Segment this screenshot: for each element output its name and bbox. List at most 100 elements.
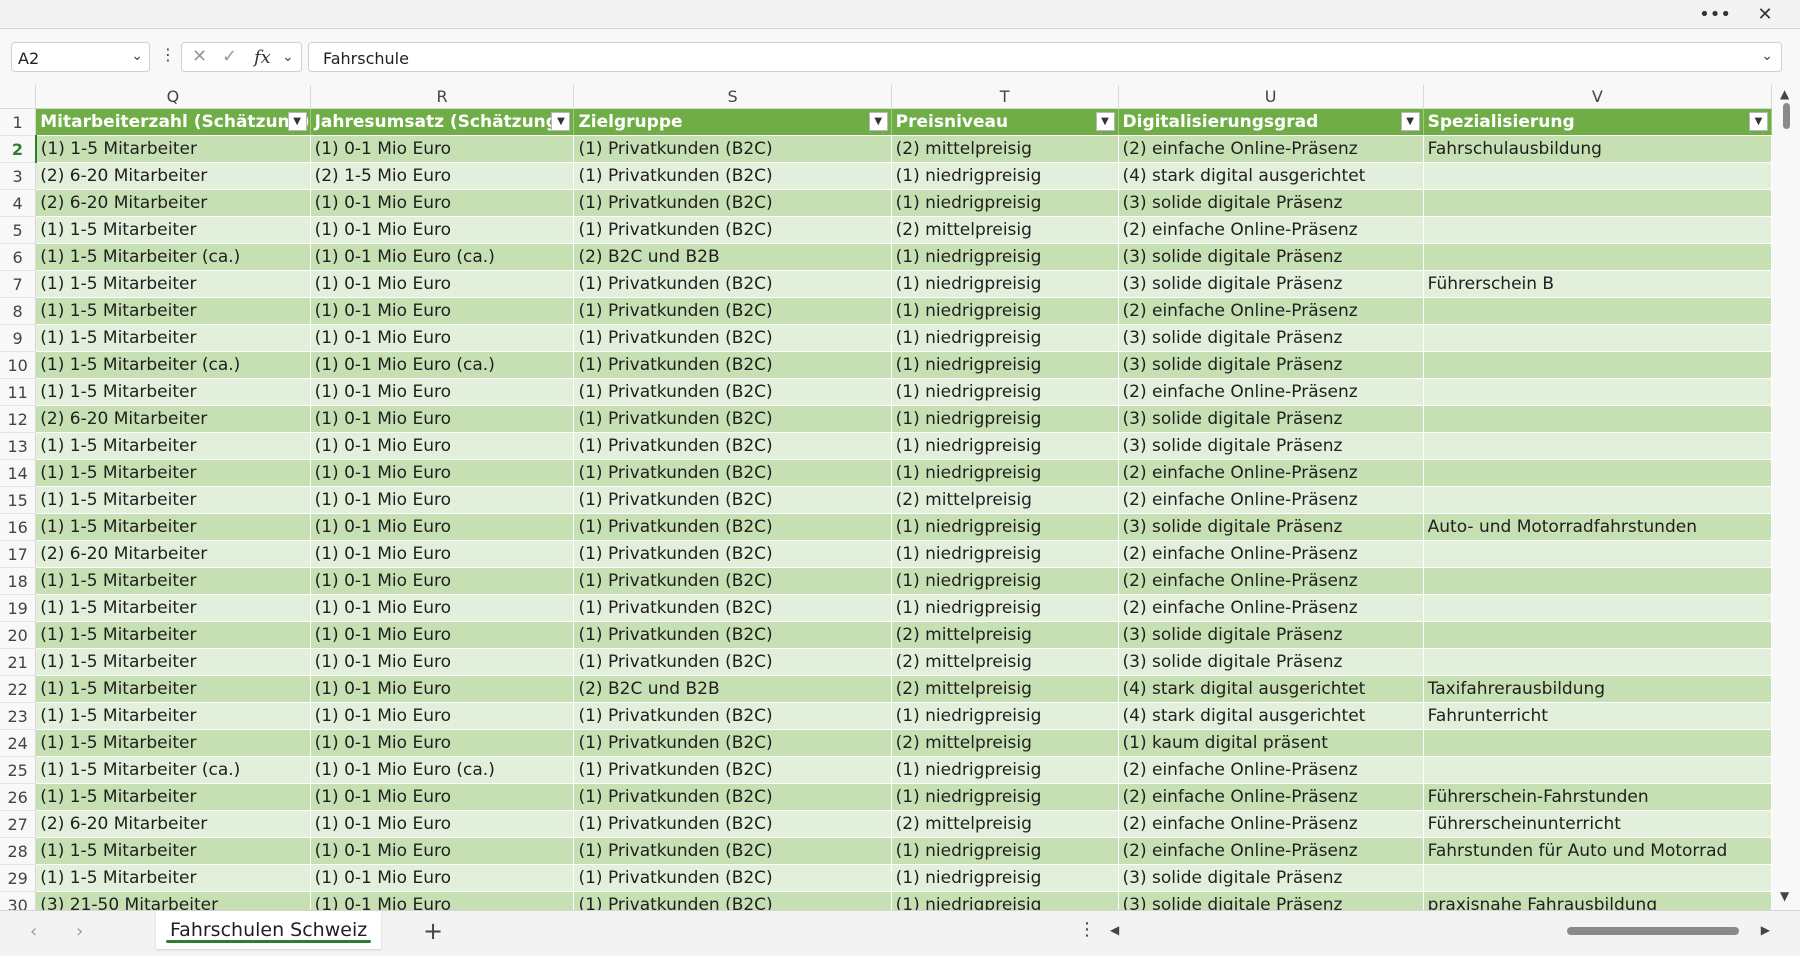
expand-formula-icon[interactable]: ⌄ [1761, 48, 1773, 64]
table-cell[interactable]: (1) niedrigpreisig [891, 324, 1119, 352]
column-header[interactable]: T [891, 85, 1119, 109]
table-cell[interactable]: (1) 0-1 Mio Euro [310, 378, 575, 406]
table-cell[interactable] [1423, 648, 1772, 676]
table-cell[interactable]: (1) 0-1 Mio Euro [310, 540, 575, 568]
scroll-up-icon[interactable]: ▲ [1780, 87, 1789, 101]
table-cell[interactable]: (3) solide digitale Präsenz [1118, 621, 1424, 649]
table-cell[interactable]: (1) 0-1 Mio Euro [310, 189, 575, 217]
table-cell[interactable]: (1) Privatkunden (B2C) [573, 621, 892, 649]
table-cell[interactable]: (1) Privatkunden (B2C) [573, 729, 892, 757]
table-cell[interactable]: (1) niedrigpreisig [891, 432, 1119, 460]
table-cell[interactable]: (3) solide digitale Präsenz [1118, 891, 1424, 910]
table-cell[interactable]: (1) Privatkunden (B2C) [573, 216, 892, 244]
header-cell[interactable]: Jahresumsatz (Schätzung) ▼ [310, 108, 575, 136]
row-number[interactable]: 14 [0, 459, 37, 487]
table-cell[interactable]: Führerschein B [1423, 270, 1772, 298]
filter-dropdown-icon[interactable]: ▼ [1749, 112, 1768, 131]
table-cell[interactable]: (2) einfache Online-Präsenz [1118, 486, 1424, 514]
filter-dropdown-icon[interactable]: ▼ [551, 112, 571, 131]
filter-dropdown-icon[interactable]: ▼ [1095, 112, 1115, 131]
table-cell[interactable]: (1) 0-1 Mio Euro [310, 405, 575, 433]
table-cell[interactable]: (1) niedrigpreisig [891, 891, 1119, 910]
table-cell[interactable] [1423, 864, 1772, 892]
table-cell[interactable]: (1) 1-5 Mitarbeiter [35, 783, 311, 811]
table-cell[interactable]: (1) 1-5 Mitarbeiter [35, 702, 311, 730]
table-cell[interactable]: (2) 1-5 Mio Euro [310, 162, 575, 190]
table-cell[interactable]: (1) niedrigpreisig [891, 540, 1119, 568]
table-cell[interactable]: (2) mittelpreisig [891, 810, 1119, 838]
table-cell[interactable]: (2) einfache Online-Präsenz [1118, 810, 1424, 838]
row-number[interactable]: 27 [0, 810, 37, 838]
table-cell[interactable]: (1) 1-5 Mitarbeiter [35, 621, 311, 649]
row-number[interactable]: 22 [0, 675, 37, 703]
table-cell[interactable]: Taxifahrerausbildung [1423, 675, 1772, 703]
column-header[interactable]: V [1423, 85, 1772, 109]
row-number[interactable]: 3 [0, 162, 37, 190]
table-cell[interactable]: (1) 0-1 Mio Euro [310, 459, 575, 487]
table-cell[interactable]: (2) einfache Online-Präsenz [1118, 216, 1424, 244]
previous-sheet-icon[interactable]: ‹ [30, 921, 37, 942]
table-cell[interactable]: (2) einfache Online-Präsenz [1118, 594, 1424, 622]
table-cell[interactable]: (1) Privatkunden (B2C) [573, 783, 892, 811]
table-cell[interactable]: (1) niedrigpreisig [891, 189, 1119, 217]
table-cell[interactable]: (2) einfache Online-Präsenz [1118, 297, 1424, 325]
table-cell[interactable]: (1) Privatkunden (B2C) [573, 189, 892, 217]
table-cell[interactable] [1423, 567, 1772, 595]
table-cell[interactable]: (1) 0-1 Mio Euro [310, 702, 575, 730]
table-cell[interactable]: (4) stark digital ausgerichtet [1118, 702, 1424, 730]
table-cell[interactable]: (1) niedrigpreisig [891, 270, 1119, 298]
filter-dropdown-icon[interactable]: ▼ [1400, 112, 1420, 131]
row-number[interactable]: 6 [0, 243, 37, 271]
table-cell[interactable]: (1) 0-1 Mio Euro [310, 783, 575, 811]
table-cell[interactable]: (1) Privatkunden (B2C) [573, 324, 892, 352]
scroll-right-icon[interactable]: ▶ [1761, 923, 1770, 937]
table-cell[interactable]: (3) solide digitale Präsenz [1118, 351, 1424, 379]
table-cell[interactable]: (2) einfache Online-Präsenz [1118, 567, 1424, 595]
table-cell[interactable]: (1) Privatkunden (B2C) [573, 702, 892, 730]
table-cell[interactable] [1423, 459, 1772, 487]
table-cell[interactable]: (1) Privatkunden (B2C) [573, 648, 892, 676]
table-cell[interactable] [1423, 621, 1772, 649]
table-cell[interactable]: (1) Privatkunden (B2C) [573, 297, 892, 325]
table-cell[interactable]: (1) 0-1 Mio Euro [310, 810, 575, 838]
row-number[interactable]: 18 [0, 567, 37, 595]
table-cell[interactable]: (2) mittelpreisig [891, 135, 1119, 163]
row-number[interactable]: 1 [0, 108, 37, 136]
table-cell[interactable]: (2) mittelpreisig [891, 675, 1119, 703]
table-cell[interactable]: Fahrstunden für Auto und Motorrad [1423, 837, 1772, 865]
table-cell[interactable]: (3) solide digitale Präsenz [1118, 324, 1424, 352]
row-number[interactable]: 17 [0, 540, 37, 568]
filter-dropdown-icon[interactable]: ▼ [868, 112, 888, 131]
header-cell[interactable]: Mitarbeiterzahl (Schätzung) ▼ [35, 108, 311, 136]
table-cell[interactable]: (1) Privatkunden (B2C) [573, 756, 892, 784]
table-cell[interactable]: (1) 0-1 Mio Euro [310, 594, 575, 622]
spreadsheet-grid[interactable]: Q R S T U V 1 Mitarbeiterzahl (Schätzung… [0, 85, 1772, 910]
table-cell[interactable]: (1) 0-1 Mio Euro (ca.) [310, 351, 575, 379]
table-cell[interactable]: (1) 0-1 Mio Euro [310, 432, 575, 460]
table-cell[interactable]: (2) B2C und B2B [573, 243, 892, 271]
table-cell[interactable]: (3) solide digitale Präsenz [1118, 405, 1424, 433]
table-cell[interactable]: (1) niedrigpreisig [891, 567, 1119, 595]
table-cell[interactable] [1423, 324, 1772, 352]
table-cell[interactable]: (1) niedrigpreisig [891, 756, 1119, 784]
table-cell[interactable]: (2) einfache Online-Präsenz [1118, 135, 1424, 163]
name-box[interactable]: A2 ⌄ [11, 42, 150, 72]
table-cell[interactable]: (1) 1-5 Mitarbeiter [35, 729, 311, 757]
table-cell[interactable]: (2) mittelpreisig [891, 648, 1119, 676]
table-cell[interactable]: (1) 0-1 Mio Euro [310, 216, 575, 244]
column-header[interactable]: U [1118, 85, 1424, 109]
table-cell[interactable]: (1) 0-1 Mio Euro [310, 135, 575, 163]
row-number[interactable]: 29 [0, 864, 37, 892]
table-cell[interactable] [1423, 405, 1772, 433]
table-cell[interactable]: (1) Privatkunden (B2C) [573, 540, 892, 568]
insert-function-icon[interactable]: fx [254, 47, 271, 68]
table-cell[interactable]: (4) stark digital ausgerichtet [1118, 675, 1424, 703]
cancel-icon[interactable]: ✕ [192, 46, 207, 67]
table-cell[interactable]: (1) Privatkunden (B2C) [573, 810, 892, 838]
formula-input[interactable]: Fahrschule ⌄ [308, 42, 1782, 72]
table-cell[interactable]: (2) einfache Online-Präsenz [1118, 378, 1424, 406]
table-cell[interactable]: (1) 1-5 Mitarbeiter [35, 675, 311, 703]
table-cell[interactable]: (1) 1-5 Mitarbeiter [35, 378, 311, 406]
table-cell[interactable]: (1) niedrigpreisig [891, 297, 1119, 325]
table-cell[interactable] [1423, 432, 1772, 460]
